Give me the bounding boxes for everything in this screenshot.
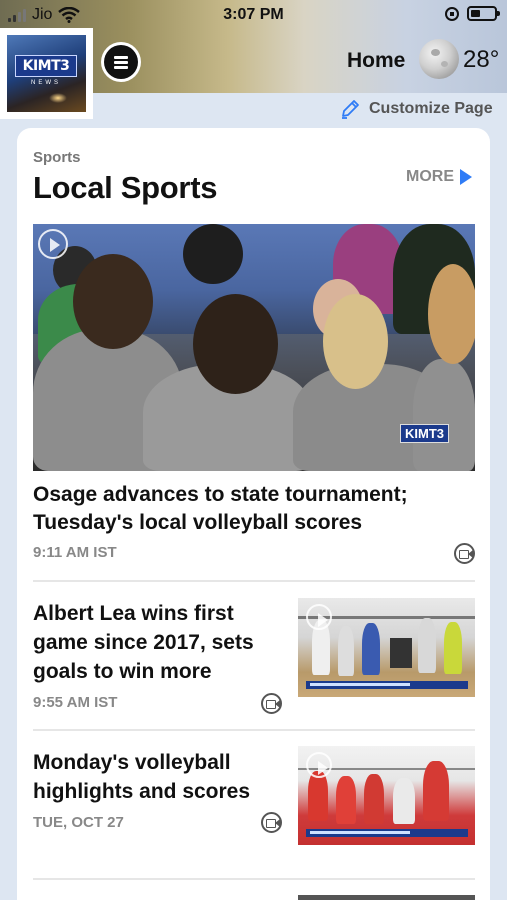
hamburger-icon bbox=[104, 45, 138, 79]
story-thumbnail-partial[interactable] bbox=[298, 895, 475, 900]
logo-subtext: NEWS bbox=[31, 80, 61, 86]
story-headline[interactable]: Monday's volleyball highlights and score… bbox=[33, 748, 283, 806]
more-button[interactable]: MORE bbox=[406, 168, 472, 186]
story-time: 9:55 AM IST bbox=[33, 694, 118, 711]
more-label: MORE bbox=[406, 168, 454, 185]
player-figure bbox=[428, 264, 475, 364]
divider bbox=[33, 878, 475, 880]
player-figure bbox=[413, 359, 475, 471]
chevron-right-icon bbox=[460, 169, 472, 185]
logo-glow bbox=[49, 93, 67, 103]
play-icon bbox=[306, 752, 332, 778]
page-title[interactable]: Home bbox=[347, 49, 405, 73]
video-icon bbox=[261, 812, 282, 833]
moon-icon[interactable] bbox=[419, 39, 459, 79]
temperature-label[interactable]: 28° bbox=[463, 46, 499, 74]
player-figure bbox=[323, 294, 388, 389]
video-icon bbox=[454, 543, 475, 564]
sports-section-card: Sports Local Sports MORE KIMT3 Osage adv… bbox=[17, 128, 490, 900]
section-kicker: Sports bbox=[33, 149, 81, 166]
story-time: TUE, OCT 27 bbox=[33, 814, 124, 831]
battery-icon bbox=[467, 6, 500, 21]
logo-wordmark: KIMT3 bbox=[15, 55, 77, 77]
section-title[interactable]: Local Sports bbox=[33, 170, 217, 206]
player-figure bbox=[73, 254, 153, 349]
customize-page-button[interactable]: Customize Page bbox=[339, 98, 493, 120]
logo-image: KIMT3 NEWS bbox=[7, 35, 86, 112]
status-bar: Jio 3:07 PM bbox=[0, 0, 507, 30]
hero-story-time: 9:11 AM IST bbox=[33, 544, 117, 561]
lower-third-caption bbox=[306, 681, 468, 689]
status-right bbox=[445, 6, 500, 21]
hero-story-image[interactable]: KIMT3 bbox=[33, 224, 475, 471]
video-icon bbox=[261, 693, 282, 714]
menu-button[interactable] bbox=[101, 42, 141, 82]
player-figure bbox=[193, 294, 278, 394]
story-thumbnail[interactable] bbox=[298, 746, 475, 845]
station-logo[interactable]: KIMT3 NEWS bbox=[0, 28, 93, 119]
play-icon bbox=[306, 604, 332, 630]
divider bbox=[33, 580, 475, 582]
customize-label: Customize Page bbox=[369, 100, 493, 117]
play-icon[interactable] bbox=[38, 229, 68, 259]
story-headline[interactable]: Albert Lea wins first game since 2017, s… bbox=[33, 599, 283, 686]
crowd-figure bbox=[183, 224, 243, 284]
orientation-lock-icon bbox=[445, 6, 459, 21]
video-watermark: KIMT3 bbox=[400, 424, 449, 443]
pencil-icon bbox=[342, 100, 359, 119]
lower-third-caption bbox=[306, 829, 468, 837]
divider bbox=[33, 729, 475, 731]
status-time: 3:07 PM bbox=[223, 6, 284, 23]
story-thumbnail[interactable] bbox=[298, 598, 475, 697]
hero-story-headline[interactable]: Osage advances to state tournament; Tues… bbox=[33, 481, 473, 537]
